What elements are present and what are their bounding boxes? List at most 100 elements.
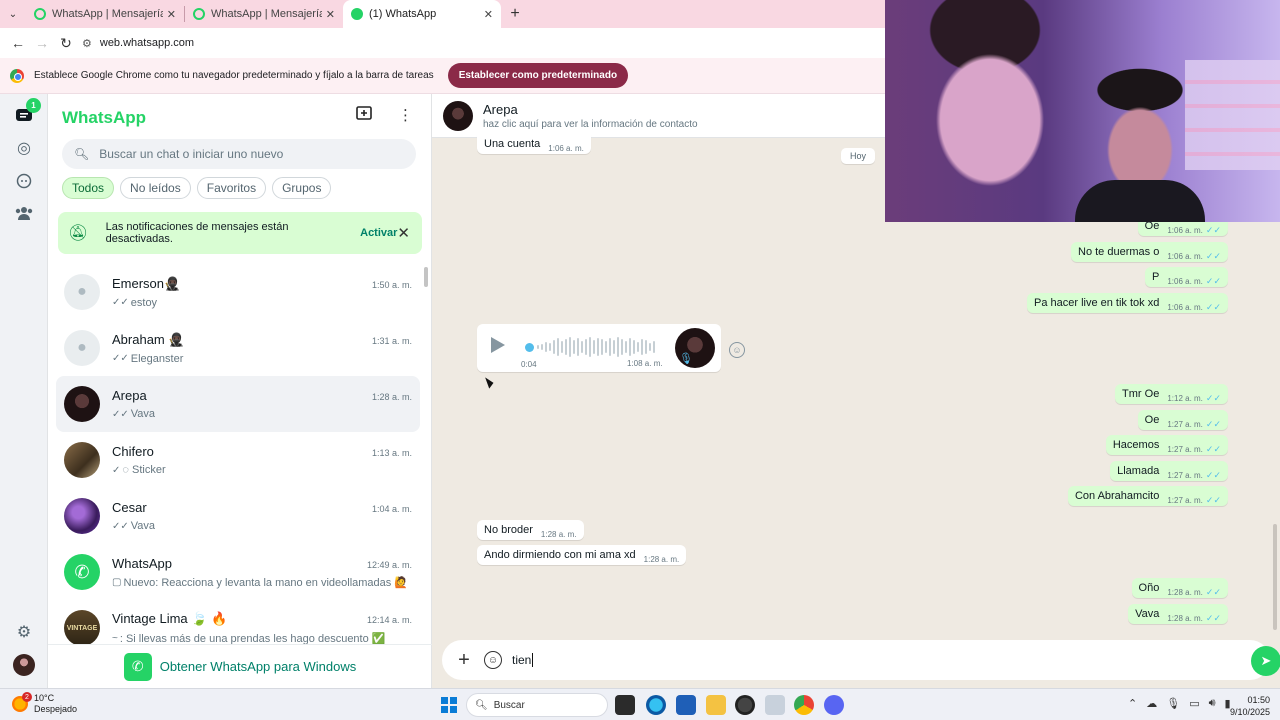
chat-name: Abraham 🥷🏿 bbox=[112, 331, 185, 347]
message-bubble-outgoing[interactable]: Hacemos 1:27 a. m. ✓✓ bbox=[1105, 435, 1228, 455]
weather-widget[interactable]: 2 10°C Despejado bbox=[12, 692, 77, 715]
new-tab-button[interactable]: + bbox=[501, 0, 529, 28]
voice-progress-handle[interactable] bbox=[525, 343, 534, 352]
message-composer[interactable]: + ☺ tien bbox=[442, 640, 1270, 680]
chevron-up-icon[interactable]: ⌃ bbox=[1128, 697, 1137, 710]
chat-row-abraham[interactable]: ● Abraham 🥷🏿 1:31 a. m. ✓✓ Eleganster bbox=[56, 320, 420, 376]
message-text: Oño bbox=[1138, 582, 1160, 594]
message-bubble-outgoing[interactable]: Tmr Oe 1:12 a. m. ✓✓ bbox=[1115, 384, 1228, 404]
group-sender-marker: ~ bbox=[112, 633, 118, 644]
activate-notifications-link[interactable]: Activar bbox=[360, 227, 397, 239]
play-icon[interactable] bbox=[491, 337, 505, 353]
file-explorer-icon[interactable] bbox=[706, 695, 726, 715]
text-caret bbox=[532, 653, 534, 668]
browser-tab-2[interactable]: WhatsApp | Mensajería y llamadas ✕ bbox=[185, 0, 343, 28]
filter-chip-unread[interactable]: No leídos bbox=[120, 177, 191, 199]
message-bubble-outgoing[interactable]: Llamada 1:27 a. m. ✓✓ bbox=[1110, 461, 1228, 481]
chat-row-chifero[interactable]: Chifero 1:13 a. m. ✓ ◌ Sticker bbox=[56, 432, 420, 488]
browser-tab-1[interactable]: WhatsApp | Mensajería y llamadas ✕ bbox=[26, 0, 184, 28]
address-bar[interactable]: ⚙ web.whatsapp.com bbox=[82, 37, 194, 50]
sent-tick-icon: ✓ bbox=[112, 464, 121, 476]
settings-gear-icon[interactable]: ⚙ bbox=[12, 620, 36, 644]
close-tab-icon[interactable]: ✕ bbox=[167, 8, 176, 21]
discord-icon[interactable] bbox=[824, 695, 844, 715]
profile-avatar[interactable] bbox=[13, 654, 35, 676]
message-bubble-outgoing[interactable]: Oe 1:27 a. m. ✓✓ bbox=[1137, 410, 1228, 430]
close-banner-icon[interactable]: ✕ bbox=[397, 224, 410, 242]
browser-tab-3[interactable]: (1) WhatsApp ✕ bbox=[343, 0, 501, 28]
communities-icon[interactable] bbox=[12, 201, 36, 225]
webcam-overlay bbox=[885, 0, 1280, 222]
chat-time: 1:13 a. m. bbox=[371, 448, 412, 458]
clock-time: 01:50 bbox=[1247, 695, 1270, 705]
chat-row-emerson[interactable]: ● Emerson🥷🏿 1:50 a. m. ✓✓ estoy bbox=[56, 264, 420, 320]
status-icon[interactable]: ◎ bbox=[12, 136, 36, 160]
site-info-icon[interactable]: ⚙ bbox=[82, 37, 92, 50]
set-default-button[interactable]: Establecer como predeterminado bbox=[447, 63, 629, 88]
chat-row-whatsapp[interactable]: ✆ WhatsApp 12:49 a. m. ▢ Nuevo: Reaccion… bbox=[56, 544, 420, 600]
voice-note-bubble[interactable]: 0:04 1:08 a. m. 🎙︎ bbox=[477, 324, 721, 372]
menu-kebab-icon[interactable]: ⋮ bbox=[398, 106, 413, 124]
emoji-sticker-icon[interactable]: ☺ bbox=[484, 651, 502, 669]
channels-icon[interactable] bbox=[12, 169, 36, 193]
message-bubble-incoming[interactable]: No broder 1:28 a. m. bbox=[477, 520, 584, 540]
message-bubble-incoming[interactable]: Ando dirmiendo con mi ama xd 1:28 a. m. bbox=[477, 545, 687, 565]
message-time: 1:06 a. m. bbox=[1167, 303, 1203, 312]
chrome-browser-icon[interactable] bbox=[794, 695, 814, 715]
cloud-icon[interactable]: ☁ bbox=[1146, 697, 1157, 710]
message-bubble-outgoing[interactable]: Pa hacer live en tik tok xd 1:06 a. m. ✓✓ bbox=[1026, 293, 1228, 313]
message-bubble-incoming[interactable]: Una cuenta 1:06 a. m. bbox=[477, 134, 591, 154]
reload-icon[interactable]: ↻ bbox=[54, 31, 78, 55]
edge-browser-icon[interactable] bbox=[646, 695, 666, 715]
display-icon[interactable]: ▭ bbox=[1189, 697, 1199, 710]
volume-icon[interactable]: 🔊︎ bbox=[1209, 697, 1216, 710]
chat-list-scrollbar[interactable] bbox=[424, 267, 428, 287]
forward-arrow-icon[interactable]: → bbox=[30, 31, 54, 55]
search-input[interactable]: 🔍︎ Buscar un chat o iniciar uno nuevo bbox=[62, 139, 416, 169]
reaction-smiley-icon[interactable]: ☺ bbox=[729, 342, 745, 358]
chat-time: 12:49 a. m. bbox=[366, 559, 412, 570]
filter-chip-favorites[interactable]: Favoritos bbox=[196, 177, 267, 199]
tab-search-chevron-icon[interactable]: ⌄ bbox=[0, 0, 26, 28]
close-tab-icon[interactable]: ✕ bbox=[484, 8, 493, 21]
microphone-icon[interactable]: 🎙︎ bbox=[1166, 697, 1180, 710]
app-icon[interactable] bbox=[735, 695, 755, 715]
close-tab-icon[interactable]: ✕ bbox=[326, 8, 335, 21]
filter-chip-groups[interactable]: Grupos bbox=[272, 177, 332, 199]
chat-name: Cesar bbox=[112, 500, 147, 515]
system-clock[interactable]: 01:50 9/10/2025 bbox=[1228, 694, 1270, 718]
new-chat-icon[interactable] bbox=[356, 106, 372, 124]
message-bubble-outgoing[interactable]: Vava 1:28 a. m. ✓✓ bbox=[1128, 604, 1228, 624]
chat-row-vintage-lima[interactable]: VINTAGE Vintage Lima 🍃 🔥 12:14 a. m. ~ :… bbox=[56, 600, 420, 644]
notifications-text: Las notificaciones de mensajes están des… bbox=[105, 221, 289, 245]
app-icon[interactable] bbox=[765, 695, 785, 715]
contact-avatar[interactable] bbox=[443, 100, 473, 131]
voice-waveform[interactable] bbox=[537, 336, 657, 358]
attach-plus-icon[interactable]: + bbox=[454, 649, 474, 672]
message-text: Llamada bbox=[1117, 465, 1160, 477]
store-icon[interactable] bbox=[676, 695, 696, 715]
message-bubble-outgoing[interactable]: No te duermas o 1:06 a. m. ✓✓ bbox=[1071, 242, 1228, 262]
chat-preview: estoy bbox=[130, 296, 158, 309]
clock-date: 9/10/2025 bbox=[1229, 707, 1270, 717]
taskbar-search-box[interactable]: 🔍︎ Buscar bbox=[466, 693, 608, 717]
message-bubble-outgoing[interactable]: Con Abrahamcito 1:27 a. m. ✓✓ bbox=[1067, 486, 1228, 506]
search-icon: 🔍︎ bbox=[475, 699, 488, 711]
whatsapp-brand-title: WhatsApp bbox=[62, 108, 147, 127]
task-view-icon[interactable] bbox=[615, 695, 635, 715]
chat-row-cesar[interactable]: Cesar 1:04 a. m. ✓✓ Vava bbox=[56, 488, 420, 544]
chat-list: ● Emerson🥷🏿 1:50 a. m. ✓✓ estoy ● Abraha… bbox=[56, 264, 420, 644]
filter-chip-todos[interactable]: Todos bbox=[62, 177, 115, 199]
message-input[interactable]: tien bbox=[512, 653, 534, 668]
whatsapp-logo-icon: ✆ bbox=[64, 554, 100, 590]
back-arrow-icon[interactable]: ← bbox=[6, 31, 30, 55]
chat-row-arepa[interactable]: Arepa 1:28 a. m. ✓✓ Vava bbox=[56, 376, 420, 432]
get-windows-app-button[interactable]: ✆ Obtener WhatsApp para Windows bbox=[48, 644, 432, 688]
conversation-scrollbar[interactable] bbox=[1273, 524, 1277, 630]
message-bubble-outgoing[interactable]: P 1:06 a. m. ✓✓ bbox=[1144, 267, 1228, 287]
send-button[interactable]: ➤ bbox=[1251, 646, 1280, 676]
taskbar-search-label: Buscar bbox=[493, 699, 525, 711]
read-ticks-icon: ✓✓ bbox=[1205, 470, 1221, 480]
windows-start-icon[interactable] bbox=[441, 697, 457, 713]
message-bubble-outgoing[interactable]: Oño 1:28 a. m. ✓✓ bbox=[1131, 578, 1228, 598]
